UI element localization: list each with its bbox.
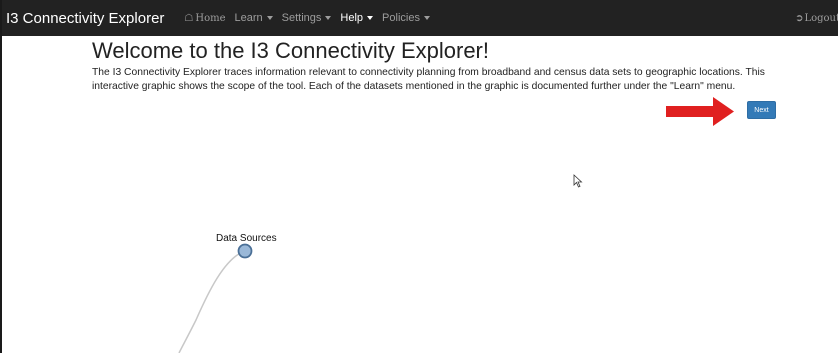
data-sources-label[interactable]: Data Sources <box>216 233 277 244</box>
connectivity-graph[interactable] <box>2 0 838 353</box>
data-sources-node <box>237 243 253 259</box>
graph-link <box>178 250 246 353</box>
app-frame: I3 Connectivity Explorer ☖ Home Learn Se… <box>0 0 838 353</box>
